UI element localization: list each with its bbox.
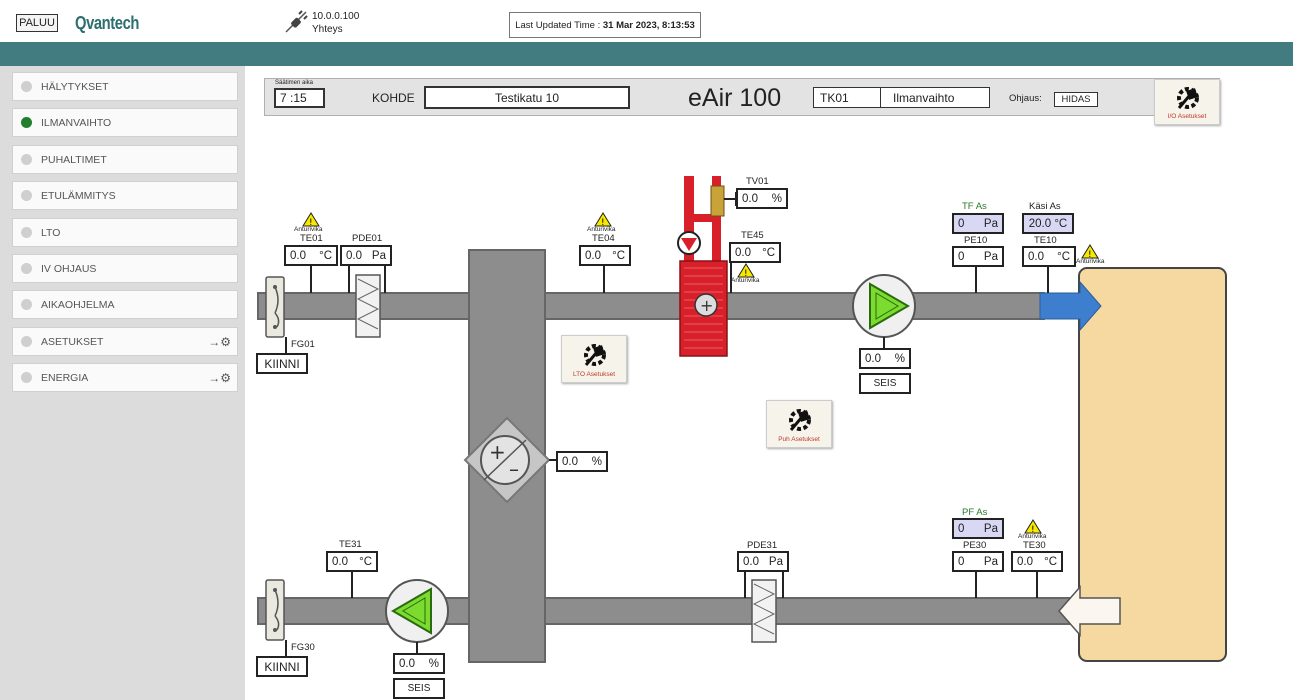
tf-as-value: 0 <box>958 217 965 230</box>
te04-value: 0.0 <box>585 249 601 262</box>
pf-as-setpoint[interactable]: 0 Pa <box>952 518 1004 539</box>
te45-value-box: 0.0 °C <box>729 242 781 263</box>
exhaust-fan-speed-box: 0.0% <box>393 653 445 674</box>
hrc-unit: % <box>591 455 602 468</box>
pde01-unit: Pa <box>371 249 386 262</box>
te04-unit: °C <box>612 249 625 262</box>
pe10-value: 0 <box>958 250 965 263</box>
pe10-value-box: 0 Pa <box>952 246 1004 267</box>
pe30-label: PE30 <box>963 540 987 551</box>
te45-label: TE45 <box>741 230 764 241</box>
te10-label: TE10 <box>1034 235 1057 246</box>
pe10-label: PE10 <box>964 235 988 246</box>
exhaust-fan-speed-value: 0.0 <box>399 657 415 670</box>
te31-unit: °C <box>359 555 372 568</box>
supply-fan-speed-unit: % <box>894 352 905 365</box>
pe10-unit: Pa <box>983 250 998 263</box>
supply-fan-state[interactable]: SEIS <box>859 373 911 394</box>
sensor-fault-label: Anturivika <box>587 226 616 233</box>
tv01-value-box: 0.0% <box>736 188 788 209</box>
hrc-value-box: 0.0% <box>556 451 608 472</box>
ventilation-diagram: + – + ! ! ! ! ! <box>257 176 1227 663</box>
svg-text:–: – <box>509 457 519 481</box>
te31-value: 0.0 <box>332 555 348 568</box>
tv01-value: 0.0 <box>742 192 758 205</box>
sensor-fault-label: Anturivika <box>1076 258 1105 265</box>
valve-icon <box>710 185 725 217</box>
svg-text:+: + <box>489 440 506 464</box>
pe30-unit: Pa <box>983 555 998 568</box>
pde31-value-box: 0.0 Pa <box>737 551 789 572</box>
exhaust-fan-speed-unit: % <box>428 657 439 670</box>
svg-text:+: + <box>700 296 713 315</box>
tv01-label: TV01 <box>746 176 769 187</box>
te10-unit: °C <box>1057 250 1070 263</box>
te31-label: TE31 <box>339 539 362 550</box>
te30-value: 0.0 <box>1017 555 1033 568</box>
tf-as-unit: Pa <box>983 217 998 230</box>
kasi-as-label: Käsi As <box>1029 201 1061 212</box>
pde31-value: 0.0 <box>743 555 759 568</box>
fg01-label: FG01 <box>291 339 315 350</box>
tf-as-setpoint[interactable]: 0 Pa <box>952 213 1004 234</box>
supply-fan-speed-box: 0.0% <box>859 348 911 369</box>
fg30-state[interactable]: KIINNI <box>256 656 308 677</box>
te30-label: TE30 <box>1023 540 1046 551</box>
fg01-state[interactable]: KIINNI <box>256 353 308 374</box>
te04-label: TE04 <box>592 233 615 244</box>
supply-fan-speed-value: 0.0 <box>865 352 881 365</box>
sensor-fault-label: Anturivika <box>294 226 323 233</box>
te01-value-box: 0.0 °C <box>284 245 338 266</box>
puh-settings-button[interactable]: Puh Asetukset <box>766 400 832 448</box>
te10-value: 0.0 <box>1028 250 1044 263</box>
te10-value-box: 0.0 °C <box>1022 246 1076 267</box>
hrc-value: 0.0 <box>562 455 578 468</box>
sensor-fault-label: Anturivika <box>1018 533 1047 540</box>
pf-as-label: PF As <box>962 507 988 518</box>
lto-settings-label: LTO Asetukset <box>572 371 616 378</box>
gear-wrench-icon <box>789 409 811 431</box>
exhaust-duct-right <box>543 597 1070 625</box>
te01-value: 0.0 <box>290 249 306 262</box>
pde01-label: PDE01 <box>352 233 383 244</box>
tv01-unit: % <box>771 192 782 205</box>
te30-value-box: 0.0 °C <box>1011 551 1063 572</box>
pe30-value-box: 0 Pa <box>952 551 1004 572</box>
fg30-label: FG30 <box>291 642 315 653</box>
pf-as-value: 0 <box>958 522 965 535</box>
te30-unit: °C <box>1044 555 1057 568</box>
pde01-value-box: 0.0 Pa <box>340 245 392 266</box>
pde31-unit: Pa <box>768 555 783 568</box>
kasi-as-setpoint[interactable]: 20.0 °C <box>1022 213 1074 234</box>
pe30-value: 0 <box>958 555 965 568</box>
sensor-fault-label: Anturivika <box>731 277 760 284</box>
gear-wrench-icon <box>584 344 606 366</box>
te31-value-box: 0.0 °C <box>326 551 378 572</box>
lto-settings-button[interactable]: LTO Asetukset <box>561 335 627 383</box>
te01-label: TE01 <box>300 233 323 244</box>
pf-as-unit: Pa <box>983 522 998 535</box>
tf-as-label: TF As <box>962 201 987 212</box>
exhaust-fan-state[interactable]: SEIS <box>393 678 445 699</box>
supply-duct-right <box>543 292 1045 320</box>
te45-unit: °C <box>762 246 775 259</box>
pde01-value: 0.0 <box>346 249 362 262</box>
te45-value: 0.0 <box>735 246 751 259</box>
te04-value-box: 0.0 °C <box>579 245 631 266</box>
pde31-label: PDE31 <box>747 540 778 551</box>
puh-settings-label: Puh Asetukset <box>778 436 820 443</box>
te01-unit: °C <box>319 249 332 262</box>
